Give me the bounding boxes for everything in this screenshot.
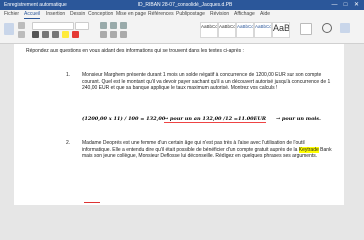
maximize-button[interactable]: □: [341, 1, 350, 9]
q2-highlight: Keytrade: [298, 146, 319, 153]
align-right-icon[interactable]: [120, 31, 127, 38]
q1-answer-per-month[interactable]: → pour un mois.: [276, 116, 321, 123]
font-color-icon[interactable]: [72, 31, 79, 38]
style-heading-2-sample: AaBbCc: [255, 24, 272, 29]
document-title: ID_RIBAN 28-07_consolidé_Jacques.d.PB: [137, 2, 233, 8]
tab-dessin[interactable]: Dessin: [70, 11, 85, 18]
underline-icon[interactable]: [52, 31, 59, 38]
q1-paragraph[interactable]: Monsieur Marghem présente durant 1 mois …: [82, 72, 334, 92]
style-normal-sample: AaBbCcDc: [201, 24, 218, 29]
style-title[interactable]: AaB: [272, 22, 290, 38]
spelling-mark: [84, 202, 100, 203]
document-page[interactable]: Répondez aux questions en vous aidant de…: [14, 44, 344, 205]
copy-icon[interactable]: [18, 31, 25, 38]
ribbon-tabs: Fichier Accueil Insertion Dessin Concept…: [0, 10, 364, 19]
search-icon[interactable]: [322, 23, 332, 33]
close-button[interactable]: ✕: [352, 1, 361, 9]
style-normal[interactable]: AaBbCcDc: [200, 22, 218, 38]
editing-icon[interactable]: [340, 23, 350, 33]
q2-number: 2.: [66, 140, 71, 146]
q1-answer-calc[interactable]: (1200,00 x 11) / 100 = 132,00: [82, 116, 165, 123]
align-center-icon[interactable]: [110, 31, 117, 38]
q1-number: 1.: [66, 72, 71, 78]
highlight-icon[interactable]: [62, 31, 69, 38]
font-name-select[interactable]: [32, 22, 74, 30]
cut-icon[interactable]: [18, 22, 25, 29]
style-no-spacing-sample: AaBbCcDc: [219, 24, 236, 29]
tab-conception[interactable]: Conception: [88, 11, 113, 18]
font-size-select[interactable]: [75, 22, 89, 30]
multilevel-list-icon[interactable]: [120, 22, 127, 29]
align-left-icon[interactable]: [100, 31, 107, 38]
tab-aide[interactable]: Aide: [260, 11, 270, 18]
style-heading-1-sample: AaBbCc: [237, 24, 254, 29]
q2-paragraph[interactable]: Madame Deoprés est une femme d'un certai…: [82, 140, 334, 160]
tab-accueil[interactable]: Accueil: [24, 11, 41, 19]
minimize-button[interactable]: —: [330, 1, 339, 9]
style-heading-1[interactable]: AaBbCc: [236, 22, 254, 38]
title-bar: Enregistrement automatique ID_RIBAN 28-0…: [0, 0, 364, 10]
q2-text-1: Madame Deoprés est une femme d'un certai…: [82, 140, 305, 153]
tab-references[interactable]: Références: [148, 11, 174, 18]
tab-mise-en-page[interactable]: Mise en page: [116, 11, 146, 18]
styles-more-icon[interactable]: [300, 23, 312, 35]
document-area[interactable]: Répondez aux questions en vous aidant de…: [0, 44, 364, 205]
tab-publipostage[interactable]: Publipostage: [176, 11, 205, 18]
tab-fichier[interactable]: Fichier: [4, 11, 19, 18]
numbering-icon[interactable]: [110, 22, 117, 29]
bold-icon[interactable]: [32, 31, 39, 38]
autosave-label[interactable]: Enregistrement automatique: [4, 1, 67, 9]
q1-answer-monthly-text: → pour un an 132,00 /12 =11.00EUR: [164, 116, 266, 123]
bullets-icon[interactable]: [100, 22, 107, 29]
intro-paragraph[interactable]: Répondez aux questions en vous aidant de…: [26, 48, 334, 55]
tab-affichage[interactable]: Affichage: [234, 11, 255, 18]
ribbon-home: AaBbCcDc AaBbCcDc AaBbCc AaBbCc AaB: [0, 19, 364, 44]
q1-answer-monthly[interactable]: → pour un an 132,00 /12 =11.00EUR: [164, 116, 266, 123]
tab-revision[interactable]: Révision: [210, 11, 229, 18]
paste-icon[interactable]: [4, 23, 14, 35]
italic-icon[interactable]: [42, 31, 49, 38]
tab-insertion[interactable]: Insertion: [46, 11, 65, 18]
style-title-sample: AaB: [273, 23, 290, 33]
style-no-spacing[interactable]: AaBbCcDc: [218, 22, 236, 38]
style-heading-2[interactable]: AaBbCc: [254, 22, 272, 38]
